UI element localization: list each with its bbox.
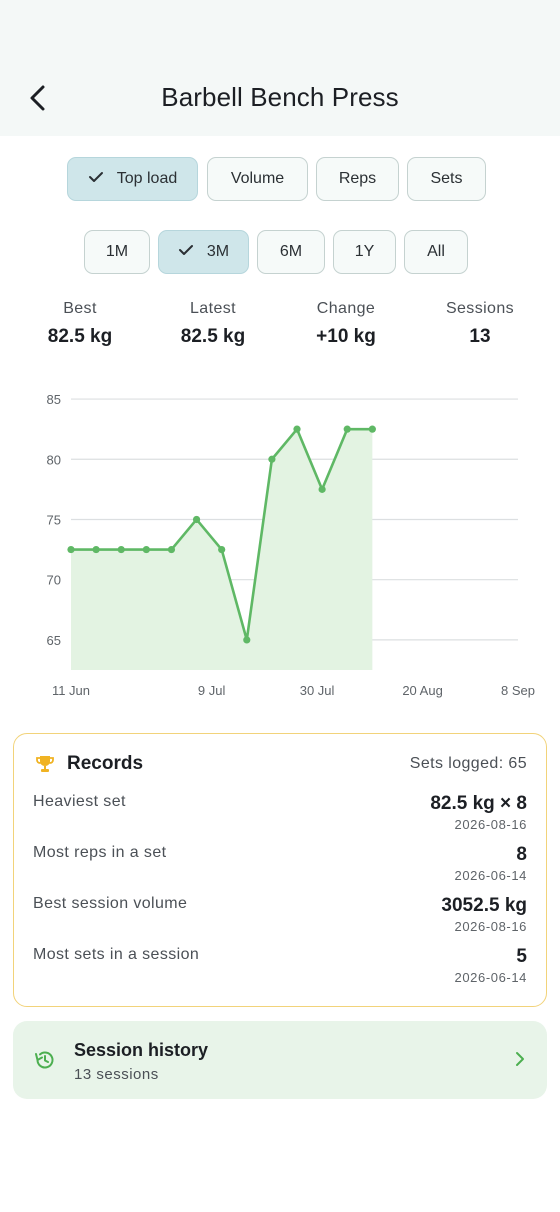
record-date: 2026-06-14 [454,868,527,883]
record-date: 2026-06-14 [454,970,527,985]
check-icon [178,243,194,261]
record-label: Best session volume [33,895,188,912]
data-point [343,425,351,433]
record-best-volume: Best session volume 3052.5 kg 2026-08-16 [14,895,546,945]
stat-value: +10 kg [316,326,376,347]
range-label: 1M [105,243,129,260]
history-icon [33,1048,57,1077]
range-label: 1Y [354,243,375,260]
stat-value: 82.5 kg [180,326,246,347]
stat-value: 13 [469,326,491,347]
data-point [67,545,75,554]
data-point [243,636,251,644]
top-load-chart: 65 70 75 80 85 11 Jun 9 Jul 30 Jul 20 Aug 8 Sep [47,392,535,698]
y-tick-label: 85 [47,392,61,407]
x-tick-label: 8 Sep [501,683,535,698]
stat-latest: Latest 82.5 kg [148,300,278,348]
history-title: Session history [74,1040,209,1060]
top-bar [0,0,560,136]
data-point [318,485,326,493]
chevron-right-icon [515,1051,525,1072]
x-tick-label: 9 Jul [198,683,226,698]
data-point [368,425,376,433]
range-1y[interactable]: 1Y [333,230,396,274]
y-tick-label: 70 [47,573,61,588]
stat-best: Best 82.5 kg [15,300,145,348]
stat-label: Best [63,300,97,317]
tab-sets[interactable]: Sets [407,157,486,201]
data-point [167,545,176,554]
stat-label: Change [316,300,376,317]
page-title: Barbell Bench Press [161,82,399,112]
range-label: All [427,243,445,260]
records-card: Records Sets logged: 65 Heaviest set 82.… [13,733,547,1007]
tab-volume[interactable]: Volume [207,157,308,201]
session-history-button[interactable]: Session history 13 sessions [13,1021,547,1099]
record-heaviest-set: Heaviest set 82.5 kg × 8 2026-08-16 [14,793,546,843]
record-value: 5 [516,946,527,967]
stat-label: Sessions [445,300,515,317]
data-point [142,545,150,554]
check-icon [88,170,104,188]
tab-reps[interactable]: Reps [316,157,399,201]
record-label: Most reps in a set [33,844,167,861]
records-title: Records [67,753,144,774]
tab-top-load[interactable]: Top load [67,157,198,201]
y-tick-label: 80 [47,452,61,467]
data-point [92,545,100,554]
x-tick-label: 11 Jun [52,683,90,698]
record-value: 8 [516,844,527,865]
data-point [293,425,301,433]
x-tick-label: 20 Aug [402,683,443,698]
data-point [117,545,125,554]
record-value: 82.5 kg × 8 [430,793,527,814]
stat-label: Latest [190,300,236,317]
record-label: Heaviest set [33,793,126,810]
record-date: 2026-08-16 [454,919,527,934]
tab-label: Sets [430,170,463,187]
y-tick-label: 75 [47,512,61,527]
range-6m[interactable]: 6M [257,230,325,274]
sets-logged: Sets logged: 65 [409,755,527,772]
tab-label: Reps [338,170,377,187]
data-point [192,515,201,524]
data-point [218,545,226,554]
tab-label: Top load [116,170,178,187]
record-value: 3052.5 kg [441,895,527,916]
history-subtitle: 13 sessions [74,1066,159,1083]
stat-value: 82.5 kg [47,326,113,347]
record-date: 2026-08-16 [454,817,527,832]
range-1m[interactable]: 1M [84,230,150,274]
range-3m[interactable]: 3M [158,230,249,274]
tab-label: Volume [230,170,285,187]
stat-change: Change +10 kg [281,300,411,348]
record-label: Most sets in a session [33,946,200,963]
stat-sessions: Sessions 13 [415,300,545,348]
y-tick-label: 65 [47,633,61,648]
record-most-sets: Most sets in a session 5 2026-06-14 [14,946,546,996]
x-tick-label: 30 Jul [300,683,335,698]
range-label: 6M [279,243,303,260]
range-label: 3M [206,243,230,260]
trophy-icon [35,754,55,779]
record-most-reps: Most reps in a set 8 2026-06-14 [14,844,546,894]
data-point [268,455,276,463]
range-all[interactable]: All [404,230,468,274]
